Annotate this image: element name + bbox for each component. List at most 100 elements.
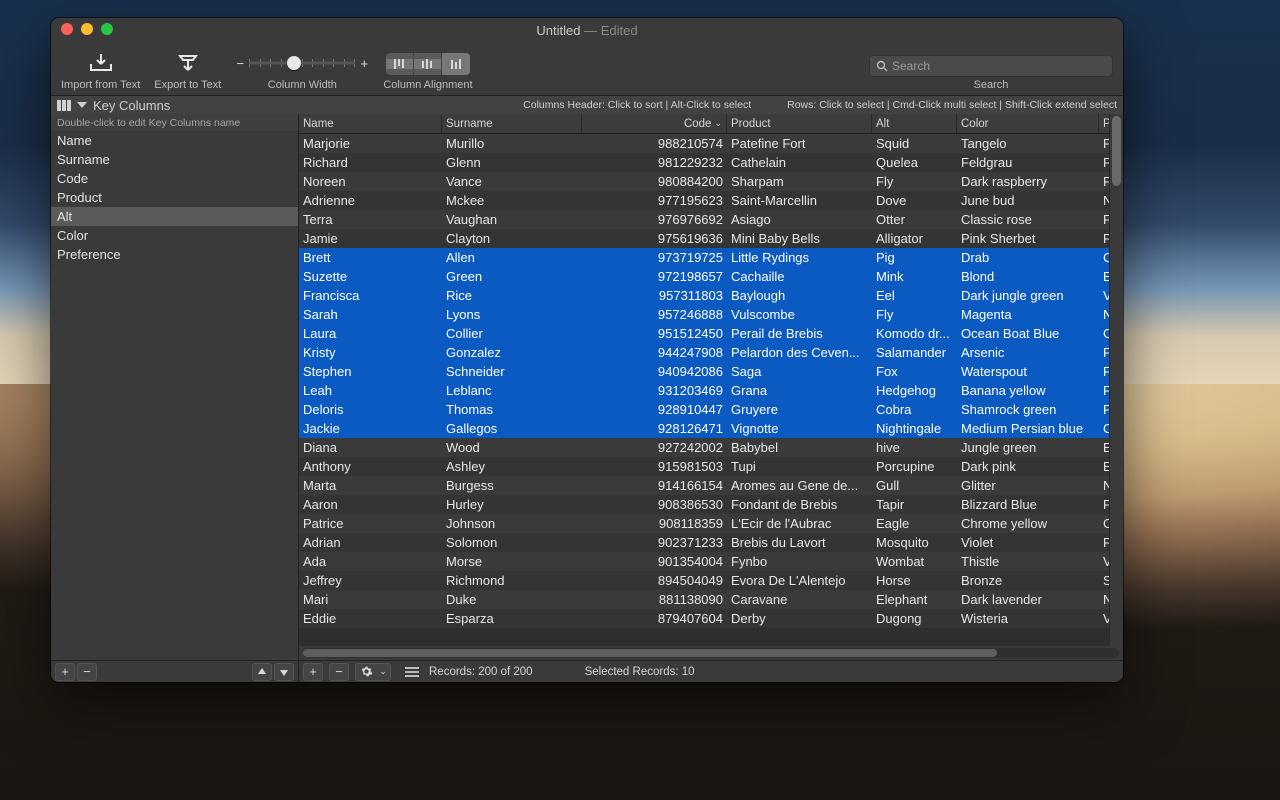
table-row[interactable]: DianaWood927242002BabybelhiveJungle gree… — [299, 438, 1123, 457]
cell: Arsenic — [957, 343, 1099, 362]
actions-menu-button[interactable]: ⌄ — [355, 663, 391, 681]
cell: Fly — [872, 305, 957, 324]
table-row[interactable]: StephenSchneider940942086SagaFoxWaterspo… — [299, 362, 1123, 381]
table-header: NameSurnameCode⌄ProductAltColorP — [299, 114, 1123, 134]
table-row[interactable]: MariDuke881138090CaravaneElephantDark la… — [299, 590, 1123, 609]
cell: Richard — [299, 153, 442, 172]
zoom-icon[interactable] — [101, 23, 113, 35]
sidebar-item-preference[interactable]: Preference — [51, 245, 298, 264]
cell: Saga — [727, 362, 872, 381]
search-input-wrap[interactable] — [869, 55, 1113, 77]
align-right-button[interactable] — [442, 53, 470, 75]
width-minus-button[interactable]: − — [235, 56, 245, 71]
column-header-color[interactable]: Color — [957, 114, 1099, 133]
table-row[interactable]: AnthonyAshley915981503TupiPorcupineDark … — [299, 457, 1123, 476]
columns-icon[interactable] — [57, 100, 71, 111]
cell: Vance — [442, 172, 582, 191]
cell: Dark raspberry — [957, 172, 1099, 191]
table-row[interactable]: BrettAllen973719725Little RydingsPigDrab… — [299, 248, 1123, 267]
cell: Medium Persian blue — [957, 419, 1099, 438]
cell: Eddie — [299, 609, 442, 628]
vertical-scrollbar[interactable] — [1109, 114, 1123, 646]
table-row[interactable]: FranciscaRice957311803BayloughEelDark ju… — [299, 286, 1123, 305]
table-row[interactable]: RichardGlenn981229232CathelainQueleaFeld… — [299, 153, 1123, 172]
align-left-button[interactable] — [386, 53, 414, 75]
cell: Wood — [442, 438, 582, 457]
horizontal-scrollbar[interactable] — [299, 646, 1123, 660]
column-header-product[interactable]: Product — [727, 114, 872, 133]
table-row[interactable]: SuzetteGreen972198657CachailleMinkBlondE — [299, 267, 1123, 286]
table-row[interactable]: NoreenVance980884200SharpamFlyDark raspb… — [299, 172, 1123, 191]
table-row[interactable]: MartaBurgess914166154Aromes au Gene de..… — [299, 476, 1123, 495]
sidebar-item-product[interactable]: Product — [51, 188, 298, 207]
hint-bar: Key Columns Columns Header: Click to sor… — [51, 96, 1123, 114]
move-up-button[interactable] — [252, 663, 272, 681]
list-icon — [405, 667, 419, 677]
remove-column-button[interactable]: − — [77, 663, 97, 681]
cell: Fynbo — [727, 552, 872, 571]
remove-record-button[interactable]: − — [329, 663, 349, 681]
column-header-name[interactable]: Name — [299, 114, 442, 133]
add-record-button[interactable]: + — [303, 663, 323, 681]
sidebar-item-color[interactable]: Color — [51, 226, 298, 245]
table-row[interactable]: PatriceJohnson908118359L'Ecir de l'Aubra… — [299, 514, 1123, 533]
cell: 915981503 — [582, 457, 727, 476]
column-header-surname[interactable]: Surname — [442, 114, 582, 133]
cell: Blizzard Blue — [957, 495, 1099, 514]
table-row[interactable]: SarahLyons957246888VulscombeFlyMagentaN — [299, 305, 1123, 324]
table-row[interactable]: LeahLeblanc931203469GranaHedgehogBanana … — [299, 381, 1123, 400]
cell: Aromes au Gene de... — [727, 476, 872, 495]
cell: Schneider — [442, 362, 582, 381]
cell: Sharpam — [727, 172, 872, 191]
table-row[interactable]: JackieGallegos928126471VignotteNightinga… — [299, 419, 1123, 438]
cell: Elephant — [872, 590, 957, 609]
column-header-alt[interactable]: Alt — [872, 114, 957, 133]
width-slider[interactable] — [249, 53, 355, 73]
cell: Alligator — [872, 229, 957, 248]
close-icon[interactable] — [61, 23, 73, 35]
scroll-thumb[interactable] — [1112, 116, 1121, 186]
cell: 931203469 — [582, 381, 727, 400]
hscroll-thumb[interactable] — [303, 649, 997, 657]
table-row[interactable]: AdrianSolomon902371233Brebis du LavortMo… — [299, 533, 1123, 552]
align-center-button[interactable] — [414, 53, 442, 75]
add-column-button[interactable]: + — [55, 663, 75, 681]
minimize-icon[interactable] — [81, 23, 93, 35]
cell: Little Rydings — [727, 248, 872, 267]
sidebar-item-code[interactable]: Code — [51, 169, 298, 188]
cell: 951512450 — [582, 324, 727, 343]
cell: Saint-Marcellin — [727, 191, 872, 210]
cell: Lyons — [442, 305, 582, 324]
titlebar[interactable]: Untitled — Edited — [51, 18, 1123, 42]
table-row[interactable]: JeffreyRichmond894504049Evora De L'Alent… — [299, 571, 1123, 590]
export-button[interactable]: Export to Text — [154, 49, 221, 92]
import-button[interactable]: Import from Text — [61, 49, 140, 92]
cell: Diana — [299, 438, 442, 457]
cell: Leblanc — [442, 381, 582, 400]
table-row[interactable]: TerraVaughan976976692AsiagoOtterClassic … — [299, 210, 1123, 229]
table-row[interactable]: AaronHurley908386530Fondant de BrebisTap… — [299, 495, 1123, 514]
cell: Deloris — [299, 400, 442, 419]
cell: Komodo dr... — [872, 324, 957, 343]
slider-knob[interactable] — [287, 56, 301, 70]
table-row[interactable]: JamieClayton975619636Mini Baby BellsAlli… — [299, 229, 1123, 248]
column-header-code[interactable]: Code⌄ — [582, 114, 727, 133]
table-row[interactable]: LauraCollier951512450Perail de BrebisKom… — [299, 324, 1123, 343]
cell: 940942086 — [582, 362, 727, 381]
sidebar-item-surname[interactable]: Surname — [51, 150, 298, 169]
sidebar-footer: + − — [51, 660, 298, 682]
table-row[interactable]: AdrienneMckee977195623Saint-MarcellinDov… — [299, 191, 1123, 210]
table-row[interactable]: EddieEsparza879407604DerbyDugongWisteria… — [299, 609, 1123, 628]
table-row[interactable]: KristyGonzalez944247908Pelardon des Ceve… — [299, 343, 1123, 362]
search-input[interactable] — [892, 59, 1106, 73]
dropdown-icon[interactable] — [77, 102, 87, 108]
cell: Clayton — [442, 229, 582, 248]
table-row[interactable]: DelorisThomas928910447GruyereCobraShamro… — [299, 400, 1123, 419]
table-row[interactable]: MarjorieMurillo988210574Patefine FortSqu… — [299, 134, 1123, 153]
selected-count: Selected Records: 10 — [585, 666, 695, 678]
width-plus-button[interactable]: + — [359, 56, 369, 71]
table-row[interactable]: AdaMorse901354004FynboWombatThistleV — [299, 552, 1123, 571]
sidebar-item-name[interactable]: Name — [51, 131, 298, 150]
move-down-button[interactable] — [274, 663, 294, 681]
sidebar-item-alt[interactable]: Alt — [51, 207, 298, 226]
